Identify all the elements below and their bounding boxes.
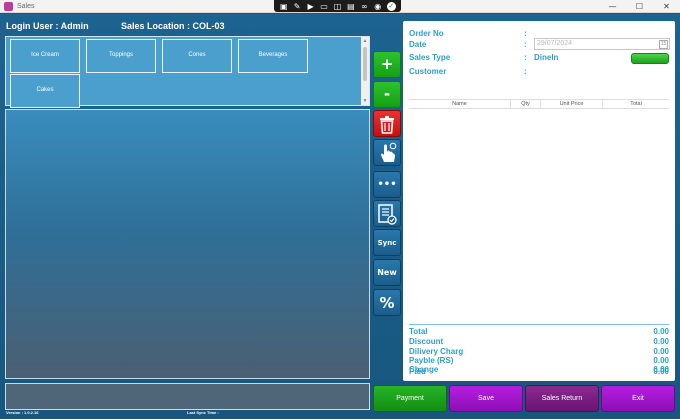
column-header-unit-price: Unit Price — [541, 100, 603, 108]
order-no-colon: : — [524, 29, 527, 38]
total-label: Total — [409, 327, 428, 336]
items-panel — [5, 109, 370, 379]
maximize-button[interactable]: ☐ — [626, 0, 653, 13]
order-table-header: Name Qty Unit Price Total — [409, 99, 669, 109]
customer-colon: : — [524, 67, 527, 76]
delivery-charge-value: 0.00 — [653, 347, 669, 356]
window-controls: — ☐ ✕ — [599, 0, 680, 13]
minus-icon: - — [383, 85, 391, 103]
chat-icon[interactable]: ▭ — [320, 2, 329, 11]
more-options-button[interactable]: ••• — [373, 171, 401, 198]
order-panel: Order No : Date : 29/07/2024 15 Sales Ty… — [403, 21, 675, 381]
payment-button[interactable]: Payment — [373, 385, 447, 412]
category-button-cakes[interactable]: Cakes — [10, 74, 80, 108]
minimize-button[interactable]: — — [599, 0, 626, 13]
date-label: Date — [409, 40, 427, 49]
sales-type-label: Sales Type — [409, 53, 451, 62]
floating-toolbar: ▣ ✎ ▶ ▭ ◫ ▤ ∞ ◉ ✓ — [274, 0, 401, 12]
date-colon: : — [524, 40, 527, 49]
app-icon — [4, 2, 13, 11]
save-button[interactable]: Save — [449, 385, 523, 412]
totals-divider — [409, 324, 669, 325]
hold-button[interactable] — [373, 139, 401, 166]
sales-type-toggle-button[interactable] — [631, 53, 669, 64]
column-header-total: Total — [630, 101, 642, 107]
date-value: 29/07/2024 — [537, 40, 573, 47]
discount-button[interactable]: % — [373, 289, 401, 316]
customer-label: Customer — [409, 67, 447, 76]
category-button-toppings[interactable]: Toppings — [86, 39, 156, 73]
discount-label: Discount — [409, 337, 444, 346]
screen-record-icon[interactable]: ▣ — [279, 2, 288, 11]
more-icon: ••• — [377, 179, 397, 190]
category-button-ice-cream[interactable]: Ice Cream — [10, 39, 80, 73]
exit-button[interactable]: Exit — [601, 385, 675, 412]
receipt-button[interactable] — [373, 200, 401, 227]
category-button-beverages[interactable]: Beverages — [238, 39, 308, 73]
new-order-button[interactable]: New — [373, 259, 401, 286]
circle-icon[interactable]: ◉ — [373, 2, 382, 11]
title-bar: Sales ▣ ✎ ▶ ▭ ◫ ▤ ∞ ◉ ✓ — ☐ ✕ — [0, 0, 680, 13]
main-area: Login User : Admin Sales Location : COL-… — [0, 14, 680, 419]
trash-icon — [380, 116, 394, 134]
category-scrollbar[interactable]: ▲ ▼ — [361, 37, 369, 105]
column-header-qty: Qty — [511, 100, 541, 108]
sales-return-button[interactable]: Sales Return — [525, 385, 599, 412]
crop-icon[interactable]: ◫ — [333, 2, 342, 11]
sync-button[interactable]: Sync — [373, 229, 401, 256]
message-strip — [5, 383, 370, 410]
login-user-label: Login User : Admin — [6, 21, 89, 31]
check-icon[interactable]: ✓ — [386, 1, 396, 11]
percent-icon: % — [379, 294, 395, 312]
order-no-label: Order No — [409, 29, 444, 38]
delete-button[interactable] — [373, 110, 401, 137]
scroll-down-icon[interactable]: ▼ — [361, 98, 369, 104]
link-icon[interactable]: ∞ — [360, 2, 369, 11]
last-sync-label: Last Sync Time : — [187, 410, 219, 415]
version-label: Version : 1.0.2.16 — [6, 410, 39, 415]
sales-type-value: DineIn — [534, 53, 559, 62]
date-field[interactable]: 29/07/2024 15 — [534, 38, 670, 50]
category-button-cones[interactable]: Cones — [162, 39, 232, 73]
sales-type-colon: : — [524, 53, 527, 62]
new-label: New — [377, 268, 397, 277]
receipt-icon — [378, 204, 397, 225]
camera-icon[interactable]: ▶ — [306, 2, 315, 11]
scroll-thumb[interactable] — [363, 47, 367, 81]
payable-value: 0.00 — [653, 356, 669, 365]
discount-value: 0.00 — [653, 337, 669, 346]
total-value: 0.00 — [653, 327, 669, 336]
subtract-quantity-button[interactable]: - — [373, 81, 401, 108]
add-quantity-button[interactable]: + — [373, 51, 401, 78]
column-header-name: Name — [409, 100, 511, 108]
scroll-up-icon[interactable]: ▲ — [361, 38, 369, 44]
payable-label: Payble (RS) — [409, 356, 454, 365]
calendar-icon[interactable]: 15 — [659, 40, 668, 49]
notes-icon[interactable]: ✎ — [293, 2, 302, 11]
window-title: Sales — [17, 3, 35, 10]
plus-icon: + — [380, 55, 394, 73]
close-button[interactable]: ✕ — [653, 0, 680, 13]
sync-label: Sync — [377, 239, 397, 247]
delivery-charge-label: Dilivery Charg — [409, 347, 464, 356]
category-panel: Ice Cream Toppings Cones Beverages Cakes… — [5, 36, 370, 108]
change-value: 0.00 — [653, 365, 669, 374]
change-label: Change — [409, 365, 439, 374]
window-capture-icon[interactable]: ▤ — [346, 2, 355, 11]
sales-location-label: Sales Location : COL-03 — [121, 21, 225, 31]
hand-pointer-icon — [381, 142, 397, 162]
